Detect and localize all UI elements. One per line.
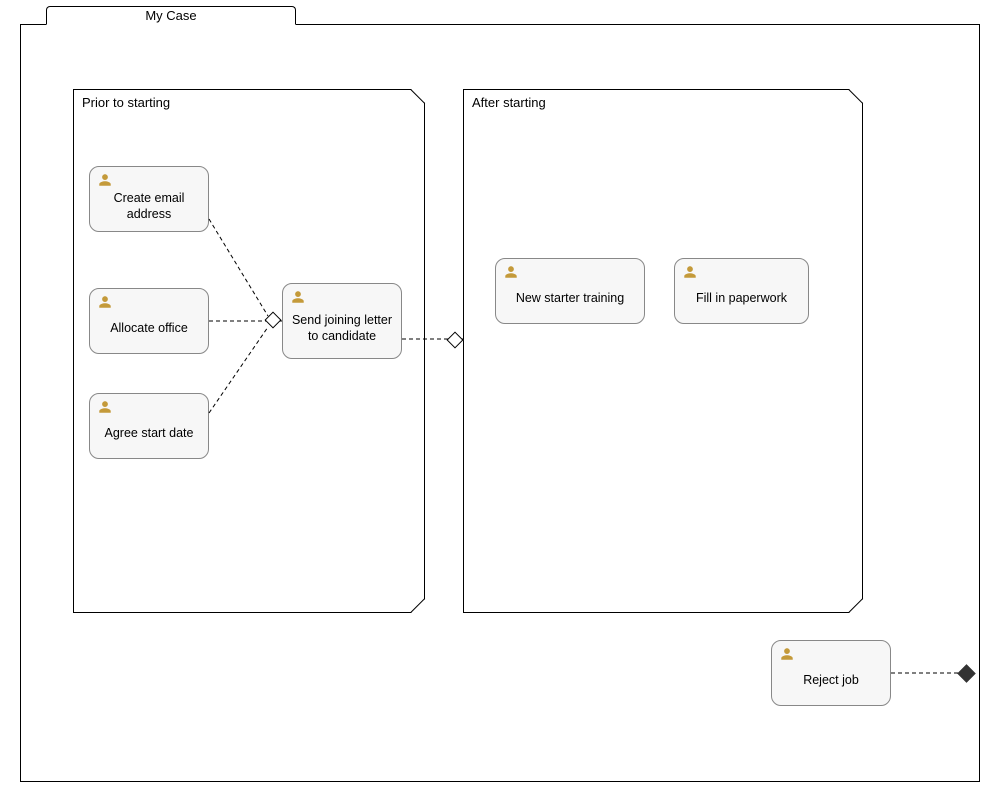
diagram-canvas: My Case Prior to starting After starting… (0, 0, 990, 795)
user-icon (98, 400, 112, 414)
task-create-email: Create email address (89, 166, 209, 232)
task-agree-start-date: Agree start date (89, 393, 209, 459)
case-tab: My Case (46, 6, 296, 25)
task-allocate-office: Allocate office (89, 288, 209, 354)
task-label: Send joining letter to candidate (291, 306, 393, 352)
user-icon (683, 265, 697, 279)
task-label: Agree start date (98, 416, 200, 452)
stage-after: After starting (463, 89, 863, 613)
user-icon (98, 295, 112, 309)
task-label: Fill in paperwork (683, 281, 800, 317)
task-label: Reject job (780, 663, 882, 699)
task-send-joining-letter: Send joining letter to candidate (282, 283, 402, 359)
user-icon (98, 173, 112, 187)
task-new-starter-training: New starter training (495, 258, 645, 324)
task-label: New starter training (504, 281, 636, 317)
task-label: Create email address (98, 189, 200, 225)
task-fill-paperwork: Fill in paperwork (674, 258, 809, 324)
user-icon (504, 265, 518, 279)
stage-after-title: After starting (472, 95, 546, 110)
user-icon (780, 647, 794, 661)
task-label: Allocate office (98, 311, 200, 347)
stage-prior-title: Prior to starting (82, 95, 170, 110)
user-icon (291, 290, 305, 304)
case-title: My Case (145, 8, 196, 23)
task-reject-job: Reject job (771, 640, 891, 706)
